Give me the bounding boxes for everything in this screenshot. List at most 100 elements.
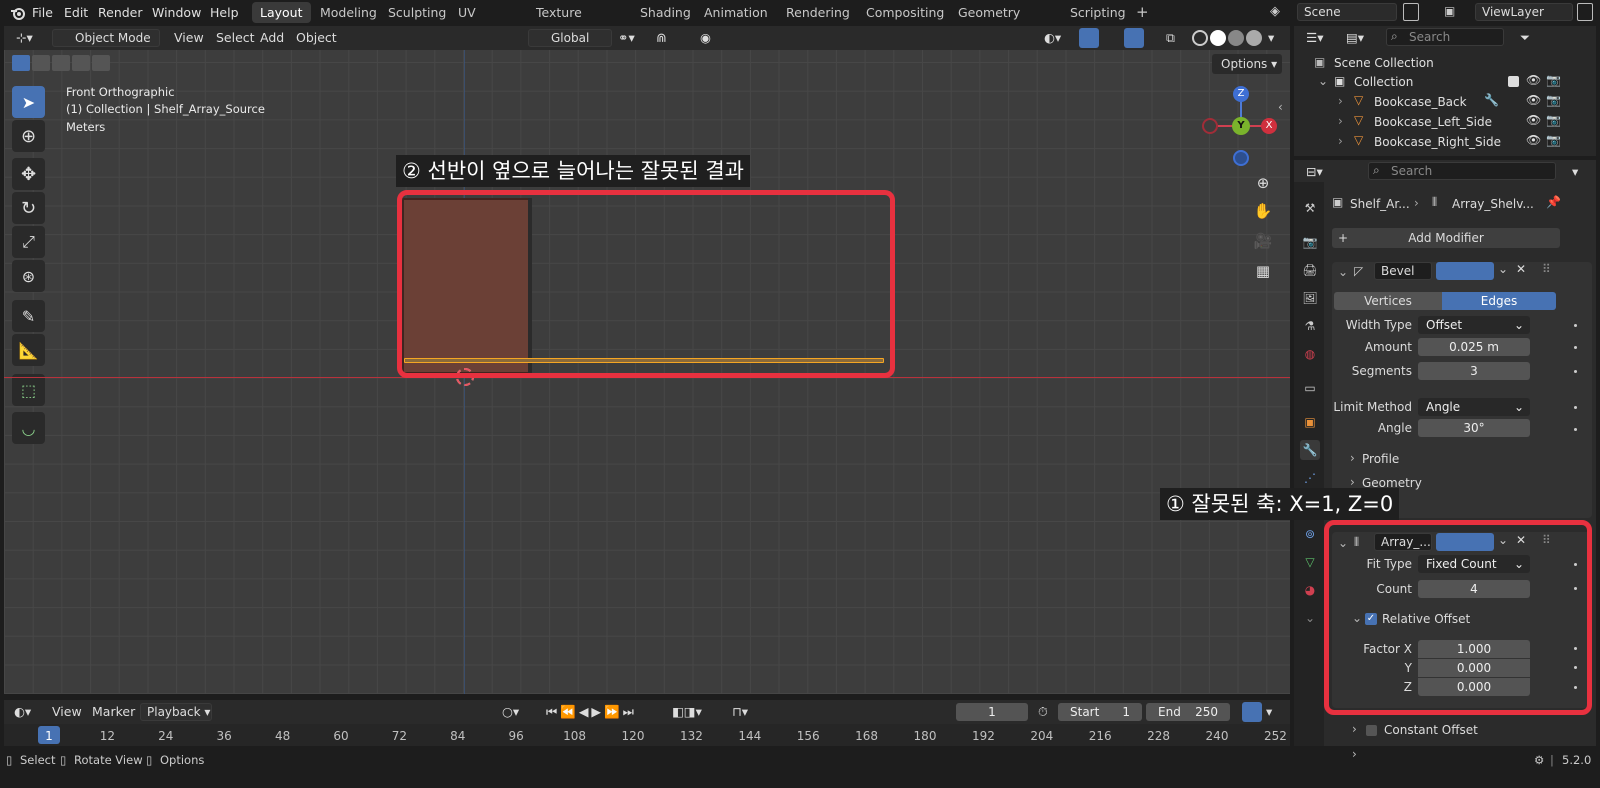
scale-tool[interactable]: ⤢ bbox=[12, 226, 45, 258]
tab-modeling[interactable]: Modeling bbox=[312, 2, 385, 23]
edges-toggle[interactable]: Edges bbox=[1442, 292, 1556, 310]
view-layer-icon[interactable]: ▣ bbox=[1444, 4, 1462, 20]
visibility-eye-icon[interactable]: 👁 bbox=[1526, 113, 1541, 127]
collapse-chevron-icon[interactable]: ⌄ bbox=[1338, 265, 1348, 279]
render-camera-icon[interactable]: 📷 bbox=[1546, 93, 1561, 107]
keyframe-nav-icon[interactable]: ◧◨▾ bbox=[672, 704, 702, 719]
tab-scripting[interactable]: Scripting bbox=[1062, 2, 1134, 23]
editor-type-icon[interactable]: ⊹▾ bbox=[16, 30, 33, 45]
visibility-eye-icon[interactable]: 👁 bbox=[1526, 133, 1541, 147]
animate-property-dot[interactable] bbox=[1574, 324, 1577, 327]
cursor-tool[interactable]: ⊕ bbox=[12, 120, 45, 152]
menu-object[interactable]: Object bbox=[296, 30, 337, 45]
transform-orientation-selector[interactable]: Global bbox=[528, 29, 612, 47]
tab-rendering[interactable]: Rendering bbox=[778, 2, 858, 23]
menu-edit[interactable]: Edit bbox=[64, 5, 88, 20]
expand-icon[interactable]: › bbox=[1350, 451, 1355, 465]
outliner-item[interactable]: › ▽ Bookcase_Left_Side 👁 📷 bbox=[1294, 112, 1596, 132]
record-icon[interactable]: ○▾ bbox=[502, 704, 519, 719]
exclude-checkbox[interactable] bbox=[1508, 76, 1519, 87]
animate-property-dot[interactable] bbox=[1574, 406, 1577, 409]
gizmo-x-ball[interactable]: X bbox=[1261, 118, 1277, 134]
tab-layout[interactable]: Layout bbox=[252, 2, 311, 23]
select-invert-icon[interactable] bbox=[72, 55, 90, 71]
animate-property-dot[interactable] bbox=[1574, 587, 1577, 590]
tab-texture-paint[interactable]: Texture Paint bbox=[528, 2, 590, 41]
vertices-toggle[interactable]: Vertices bbox=[1334, 292, 1442, 310]
animate-property-dot[interactable] bbox=[1574, 686, 1577, 689]
expand-icon[interactable]: › bbox=[1338, 114, 1343, 128]
tab-uv-editing[interactable]: UV Editing bbox=[450, 2, 510, 41]
select-box-tool[interactable]: ➤ bbox=[12, 86, 45, 118]
menu-window[interactable]: Window bbox=[152, 5, 201, 20]
tab-sculpting[interactable]: Sculpting bbox=[380, 2, 454, 23]
timeline-ruler[interactable]: 1 12 24 36 48 60 72 84 96 108 120 132 144 156 168 180 19… bbox=[4, 724, 1290, 746]
rendered-shading-icon[interactable] bbox=[1246, 30, 1262, 46]
zoom-icon[interactable]: ⊕ bbox=[1252, 174, 1274, 196]
blender-logo-icon[interactable] bbox=[10, 5, 26, 21]
outliner-search-input[interactable]: Search bbox=[1386, 28, 1504, 46]
playback-dropdown[interactable]: Playback ▾ bbox=[140, 703, 212, 721]
scene-tab-icon[interactable]: ⚗ bbox=[1300, 316, 1320, 336]
profile-subpanel[interactable]: Profile bbox=[1362, 452, 1399, 466]
outliner-scene-collection[interactable]: ▣ Scene Collection bbox=[1294, 53, 1596, 73]
measure-tool[interactable]: 📐 bbox=[12, 334, 45, 366]
gizmo-neg-x-ball[interactable] bbox=[1202, 118, 1218, 134]
timeline-editor-icon[interactable]: ◐▾ bbox=[14, 704, 31, 719]
outliner-collection[interactable]: ⌄ ▣ Collection 👁 📷 bbox=[1294, 72, 1596, 92]
visibility-eye-icon[interactable]: 👁 bbox=[1526, 73, 1541, 87]
width-type-select[interactable]: Offset ⌄ bbox=[1418, 316, 1530, 334]
timeline-options-icon[interactable]: ▾ bbox=[1266, 704, 1272, 719]
extrude-tool[interactable]: ◡ bbox=[12, 412, 45, 444]
proportional-edit-icon[interactable]: ◉ bbox=[700, 30, 711, 45]
data-tab-icon[interactable]: ▽ bbox=[1300, 552, 1320, 572]
more-tabs-icon[interactable]: ⌄ bbox=[1300, 608, 1320, 628]
amount-field[interactable]: 0.025 m bbox=[1418, 338, 1530, 356]
outliner-item[interactable]: › ▽ Bookcase_Back 🔧 👁 📷 bbox=[1294, 92, 1596, 112]
end-frame-field[interactable]: End 250 bbox=[1146, 703, 1230, 721]
select-subtract-icon[interactable] bbox=[52, 55, 70, 71]
select-new-icon[interactable] bbox=[12, 55, 30, 71]
current-frame-field[interactable]: 1 bbox=[956, 703, 1028, 721]
new-scene-icon[interactable] bbox=[1403, 3, 1419, 21]
menu-render[interactable]: Render bbox=[98, 5, 143, 20]
material-shading-icon[interactable] bbox=[1228, 30, 1244, 46]
render-tab-icon[interactable]: 📷 bbox=[1300, 232, 1320, 252]
overlay-toggle-icon[interactable] bbox=[1124, 28, 1144, 48]
object-tab-icon[interactable]: ▣ bbox=[1300, 412, 1320, 432]
material-tab-icon[interactable]: ◕ bbox=[1300, 580, 1320, 600]
outliner-editor-icon[interactable]: ☰▾ bbox=[1306, 30, 1323, 45]
constant-offset-checkbox[interactable] bbox=[1366, 725, 1377, 736]
timeline-view-menu[interactable]: View bbox=[52, 704, 82, 719]
animate-property-dot[interactable] bbox=[1574, 370, 1577, 373]
gizmo-y-ball[interactable]: Y bbox=[1232, 117, 1250, 135]
gizmo-toggle-icon[interactable] bbox=[1079, 28, 1099, 48]
options-dropdown[interactable]: Options ▾ bbox=[1212, 54, 1282, 74]
angle-field[interactable]: 30° bbox=[1418, 419, 1530, 437]
xray-icon[interactable]: ⧉ bbox=[1166, 30, 1175, 46]
render-camera-icon[interactable]: 📷 bbox=[1546, 73, 1561, 87]
rotate-tool[interactable]: ↻ bbox=[12, 192, 45, 224]
pin-icon[interactable]: 📌 bbox=[1546, 195, 1561, 209]
animate-property-dot[interactable] bbox=[1574, 563, 1577, 566]
menu-select[interactable]: Select bbox=[216, 30, 255, 45]
visibility-icon[interactable]: ◐▾ bbox=[1044, 30, 1061, 45]
outliner-display-mode-icon[interactable]: ▤▾ bbox=[1346, 30, 1364, 45]
expand-icon[interactable]: › bbox=[1350, 475, 1355, 489]
playback-controls-icon[interactable]: ⏮⏪◀▶⏩⏭ bbox=[546, 704, 637, 720]
collection-tab-icon[interactable]: ▭ bbox=[1300, 378, 1320, 398]
gizmo-z-ball[interactable]: Z bbox=[1233, 86, 1249, 102]
menu-file[interactable]: File bbox=[32, 5, 53, 20]
start-frame-field[interactable]: Start 1 bbox=[1058, 703, 1142, 721]
expand-icon[interactable]: › bbox=[1352, 747, 1357, 761]
animate-property-dot[interactable] bbox=[1574, 647, 1577, 650]
scene-icon[interactable]: ◈ bbox=[1270, 4, 1288, 20]
expand-icon[interactable]: › bbox=[1352, 722, 1357, 736]
snap-icon[interactable]: ⋒ bbox=[656, 30, 666, 45]
grid-view-icon[interactable]: ▦ bbox=[1252, 262, 1274, 284]
select-intersect-icon[interactable] bbox=[92, 55, 110, 71]
3d-viewport[interactable]: ➤ ⊕ ✥ ↻ ⤢ ⊛ ✎ 📐 ⬚ ◡ Front Orthographic (… bbox=[4, 50, 1290, 694]
properties-editor-icon[interactable]: ⊟▾ bbox=[1306, 164, 1323, 179]
modifier-dropdown-icon[interactable]: ⌄ bbox=[1498, 262, 1508, 276]
particles-tab-icon[interactable]: ⋰ bbox=[1300, 468, 1320, 488]
